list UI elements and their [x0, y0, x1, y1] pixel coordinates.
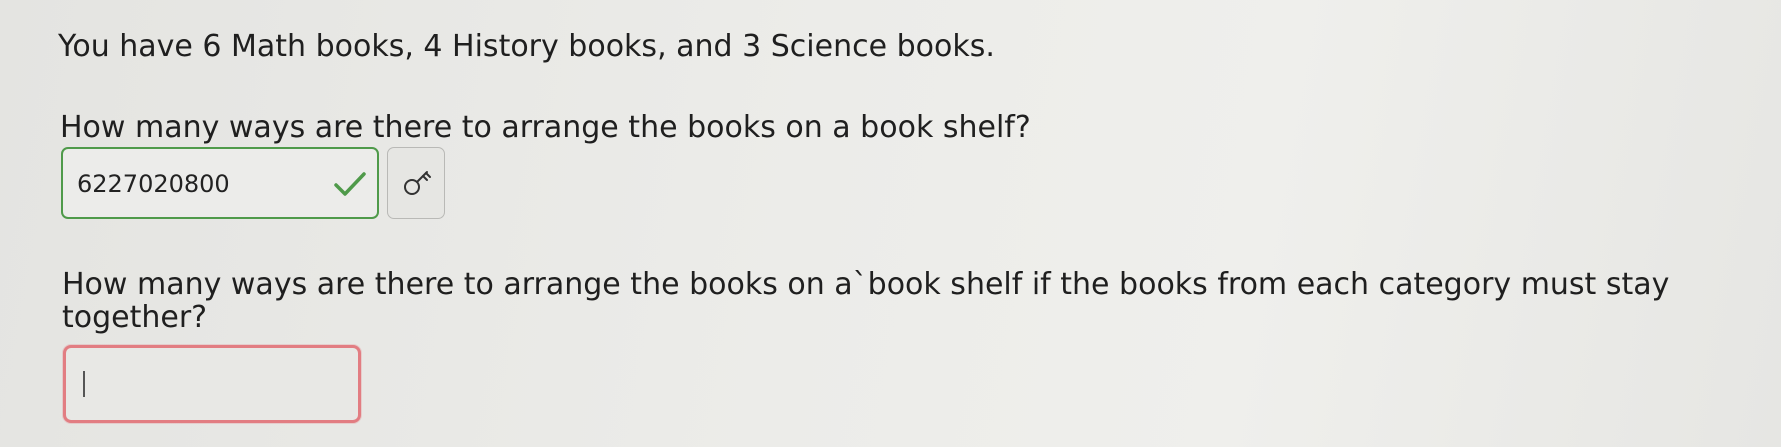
problem-statement: You have 6 Math books, 4 History books, … [58, 29, 995, 64]
key-icon [404, 171, 431, 195]
question-1-answer-box[interactable] [61, 147, 379, 219]
question-2-answer-box[interactable] [63, 345, 361, 423]
checkmark-icon [334, 172, 366, 196]
text-cursor [83, 371, 85, 397]
question-1-answer-input[interactable] [77, 167, 317, 201]
question-2-answer-input[interactable] [78, 366, 338, 404]
answer-key-button[interactable] [387, 147, 445, 219]
question-2-text: How many ways are there to arrange the b… [62, 267, 1670, 335]
question-1-text: How many ways are there to arrange the b… [60, 110, 1031, 145]
